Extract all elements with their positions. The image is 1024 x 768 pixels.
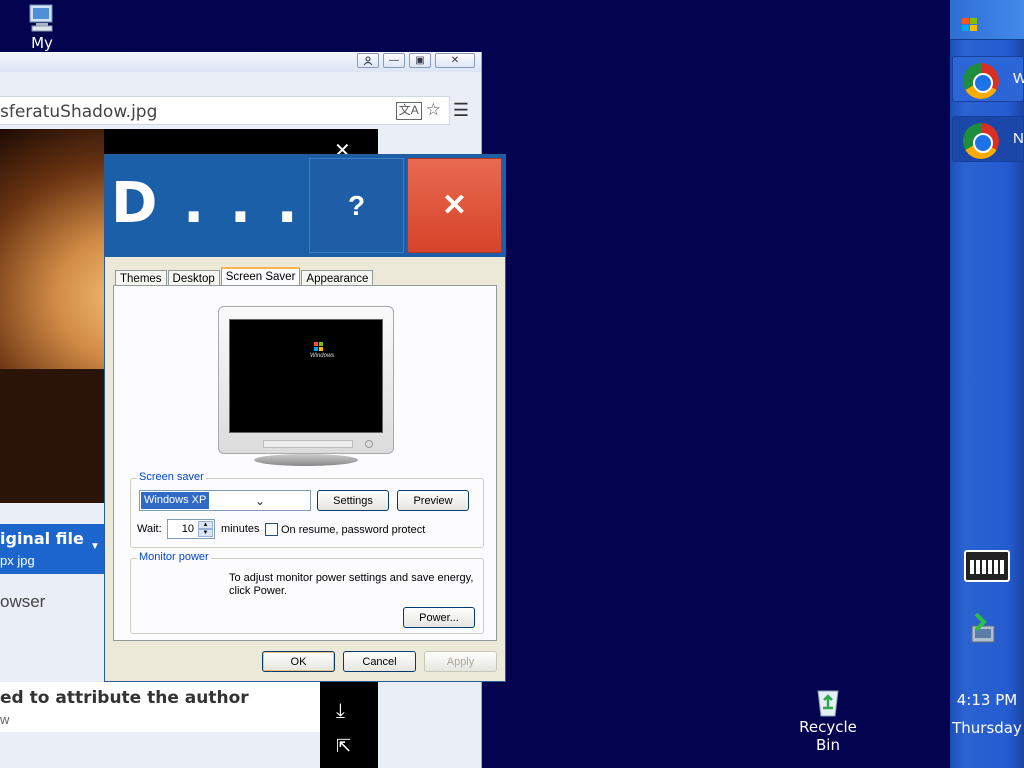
url-text: sferatuShadow.jpg [0, 102, 158, 122]
original-file-size: px jpg [0, 553, 35, 568]
attribution-title: ed to attribute the author [0, 688, 249, 708]
monitor-power-group: Monitor power To adjust monitor power se… [130, 551, 484, 634]
screen-saver-selected-value: Windows XP [141, 492, 210, 509]
taskbar-item-label: W [1013, 70, 1024, 87]
viewer-side-toolbar: ⤓ ⇱ [320, 682, 378, 768]
close-button[interactable]: ✕ [435, 53, 475, 68]
taskbar-item-chrome-2[interactable]: N [952, 116, 1024, 162]
cancel-button[interactable]: Cancel [343, 651, 416, 672]
clock-time: 4:13 PM [956, 691, 1018, 709]
attribution-notice: ed to attribute the author w [0, 682, 320, 732]
windows-flag-icon [962, 18, 977, 31]
wait-label: Wait: [137, 523, 162, 535]
monitor-power-group-label: Monitor power [137, 551, 211, 563]
network-icon[interactable] [966, 612, 1004, 650]
system-clock[interactable]: 4:13 PM Thursday [950, 686, 1024, 742]
dialog-close-button[interactable]: ✕ [407, 158, 502, 253]
apply-button[interactable]: Apply [424, 651, 497, 672]
translate-icon[interactable]: 文A [395, 102, 422, 120]
screen-saver-select[interactable]: Windows XP ⌄ [139, 490, 311, 511]
monitor-stand [254, 454, 358, 466]
my-computer-desktop-icon[interactable]: My [22, 2, 62, 52]
wait-minutes-value: 10 [181, 523, 194, 535]
screen-saver-group-label: Screen saver [137, 471, 206, 483]
settings-button[interactable]: Settings [317, 490, 389, 511]
screen-saver-group: Screen saver Windows XP ⌄ Settings Previ… [130, 471, 484, 548]
help-button[interactable]: ? [309, 158, 404, 253]
share-icon[interactable]: ⇱ [336, 736, 351, 757]
password-protect-label[interactable]: On resume, password protect [281, 524, 425, 536]
maximize-button[interactable]: ▣ [409, 53, 431, 68]
browser-titlebar: — ▣ ✕ [0, 52, 481, 72]
taskbar: W N 4:13 PM Thursday [950, 0, 1024, 768]
bookmark-star-icon[interactable]: ☆ [426, 100, 441, 120]
monitor-power-led [365, 440, 373, 448]
monitor-power-description: To adjust monitor power settings and sav… [229, 572, 474, 597]
start-button[interactable] [950, 0, 1024, 40]
chrome-icon [963, 63, 999, 99]
chevron-down-icon[interactable]: ⌄ [210, 491, 310, 510]
computer-icon [29, 4, 53, 32]
password-protect-checkbox[interactable] [265, 523, 278, 536]
taskbar-item-label: N [1013, 130, 1024, 147]
address-bar[interactable]: sferatuShadow.jpg 文A ☆ [0, 96, 450, 125]
monitor-panel [263, 440, 353, 448]
windows-logo-wordmark: Windows [310, 353, 335, 359]
screen-preview: Windows [229, 319, 383, 433]
display-properties-dialog: D . . . ? ✕ Themes Desktop Screen Saver … [104, 154, 506, 682]
spinner-up-icon[interactable]: ▲ [198, 521, 213, 529]
minimize-button[interactable]: — [383, 53, 405, 68]
ok-button[interactable]: OK [262, 651, 335, 672]
power-button[interactable]: Power... [403, 607, 475, 628]
taskbar-item-chrome-1[interactable]: W [952, 56, 1024, 102]
on-screen-keyboard-icon[interactable] [964, 550, 1010, 582]
dialog-titlebar: D . . . ? ✕ [105, 155, 505, 257]
spinner-down-icon[interactable]: ▼ [198, 529, 213, 537]
dialog-title: D . . . [111, 171, 301, 236]
download-original-button[interactable]: iginal file px jpg ▼ [0, 524, 104, 574]
download-icon[interactable]: ⤓ [336, 700, 345, 723]
chrome-menu-icon[interactable]: ☰ [452, 100, 470, 121]
recycle-bin-label-line2: Bin [816, 736, 840, 754]
attribution-subtext: w [0, 712, 10, 727]
windows-logo-icon [314, 342, 324, 352]
minutes-label: minutes [221, 523, 260, 535]
dropdown-arrow-icon[interactable]: ▼ [90, 541, 100, 552]
recycle-bin-icon [817, 690, 839, 717]
recycle-bin-desktop-icon[interactable]: Recycle Bin [796, 686, 860, 754]
monitor-preview: Windows [218, 306, 394, 454]
preview-button[interactable]: Preview [397, 490, 469, 511]
recycle-bin-label-line1: Recycle [799, 718, 857, 736]
chrome-icon [963, 123, 999, 159]
my-computer-label: My [31, 34, 53, 52]
original-file-label: iginal file [0, 529, 84, 548]
open-in-browser-text[interactable]: owser [0, 592, 45, 612]
window-controls: — ▣ ✕ [357, 53, 475, 68]
clock-day: Thursday [952, 719, 1022, 737]
user-icon[interactable] [357, 53, 379, 68]
screen-saver-panel: Windows Screen saver Windows XP ⌄ Settin… [113, 285, 497, 641]
wait-minutes-spinner[interactable]: 10 ▲ ▼ [167, 519, 215, 539]
